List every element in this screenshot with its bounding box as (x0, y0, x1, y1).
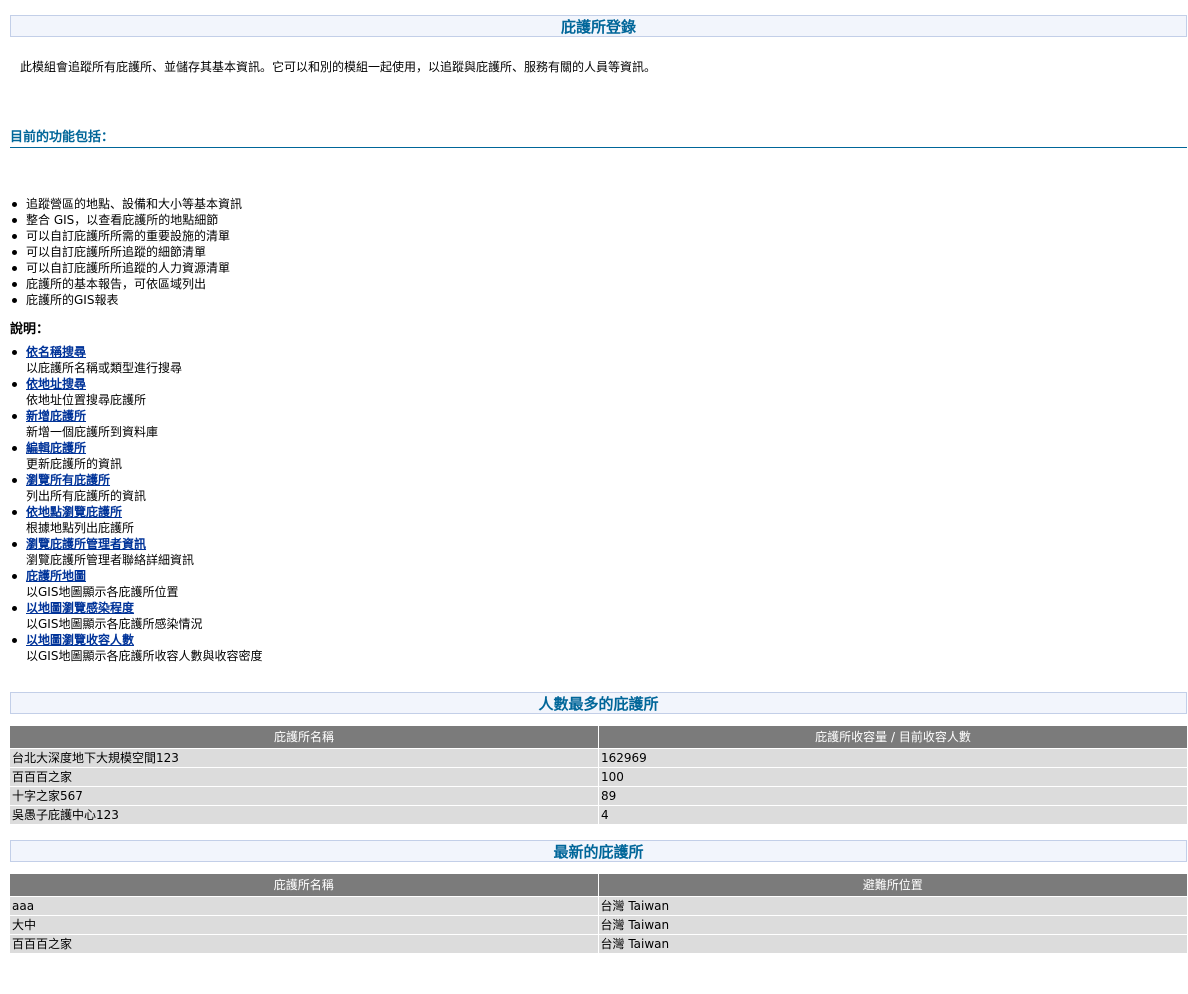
help-item-desc: 以GIS地圖顯示各庇護所感染情況 (26, 617, 203, 631)
page-content: 庇護所登錄 此模組會追蹤所有庇護所、並儲存其基本資訊。它可以和別的模組一起使用，… (10, 15, 1187, 953)
infection-map-link[interactable]: 以地圖瀏覽感染程度 (26, 600, 1187, 616)
column-header: 庇護所收容量 / 目前收容人數 (598, 726, 1187, 749)
help-item: 庇護所地圖 以GIS地圖顯示各庇護所位置 (10, 568, 1187, 600)
shelter-name-cell: aaa (10, 896, 599, 916)
column-header: 庇護所名稱 (10, 726, 599, 749)
shelter-name-cell: 台北大深度地下大規模空間123 (10, 748, 599, 768)
help-item: 新增庇護所 新增一個庇護所到資料庫 (10, 408, 1187, 440)
table-row: 台北大深度地下大規模空間123 162969 (10, 748, 1187, 768)
help-item-desc: 新增一個庇護所到資料庫 (26, 425, 159, 439)
help-item: 以地圖瀏覽收容人數 以GIS地圖顯示各庇護所收容人數與收容密度 (10, 632, 1187, 664)
help-item: 依名稱搜尋 以庇護所名稱或類型進行搜尋 (10, 344, 1187, 376)
list-item: 可以自訂庇護所所需的重要設施的清單 (10, 228, 1187, 244)
table-row: 十字之家567 89 (10, 786, 1187, 806)
browse-by-location-link[interactable]: 依地點瀏覽庇護所 (26, 504, 1187, 520)
table-header-row: 庇護所名稱 避難所位置 (10, 874, 1187, 897)
newest-title: 最新的庇護所 (10, 840, 1187, 862)
list-item: 追蹤營區的地點、設備和大小等基本資訊 (10, 196, 1187, 212)
help-item-desc: 以GIS地圖顯示各庇護所收容人數與收容密度 (26, 649, 263, 663)
most-populous-title: 人數最多的庇護所 (10, 692, 1187, 714)
features-heading: 目前的功能包括： (10, 130, 1187, 148)
help-item-desc: 以庇護所名稱或類型進行搜尋 (26, 361, 183, 375)
table-row: 大中 台灣 Taiwan (10, 915, 1187, 935)
help-item-desc: 以GIS地圖顯示各庇護所位置 (26, 585, 179, 599)
help-item: 依地址搜尋 依地址位置搜尋庇護所 (10, 376, 1187, 408)
capacity-cell: 100 (598, 767, 1187, 787)
list-item: 整合 GIS，以查看庇護所的地點細節 (10, 212, 1187, 228)
population-map-link[interactable]: 以地圖瀏覽收容人數 (26, 632, 1187, 648)
help-item-desc: 根據地點列出庇護所 (26, 521, 135, 535)
help-item: 瀏覽庇護所管理者資訊 瀏覽庇護所管理者聯絡詳細資訊 (10, 536, 1187, 568)
column-header: 避難所位置 (598, 874, 1187, 897)
capacity-cell: 89 (598, 786, 1187, 806)
list-item: 可以自訂庇護所所追蹤的人力資源清單 (10, 260, 1187, 276)
list-item: 庇護所的基本報告，可依區域列出 (10, 276, 1187, 292)
shelter-name-cell: 大中 (10, 915, 599, 935)
table-row: 百百百之家 100 (10, 767, 1187, 787)
most-populous-table: 庇護所名稱 庇護所收容量 / 目前收容人數 台北大深度地下大規模空間123 16… (10, 726, 1187, 824)
table-row: 百百百之家 台灣 Taiwan (10, 934, 1187, 953)
features-list: 追蹤營區的地點、設備和大小等基本資訊 整合 GIS，以查看庇護所的地點細節 可以… (10, 196, 1187, 308)
capacity-cell: 4 (598, 805, 1187, 824)
column-header: 庇護所名稱 (10, 874, 599, 897)
shelter-name-cell: 吳愚子庇護中心123 (10, 805, 599, 824)
help-item: 以地圖瀏覽感染程度 以GIS地圖顯示各庇護所感染情況 (10, 600, 1187, 632)
table-row: 吳愚子庇護中心123 4 (10, 805, 1187, 824)
location-cell: 台灣 Taiwan (598, 896, 1187, 916)
help-item-desc: 瀏覽庇護所管理者聯絡詳細資訊 (26, 553, 195, 567)
registry-intro: 此模組會追蹤所有庇護所、並儲存其基本資訊。它可以和別的模組一起使用，以追蹤與庇護… (20, 60, 657, 74)
table-header-row: 庇護所名稱 庇護所收容量 / 目前收容人數 (10, 726, 1187, 749)
location-cell: 台灣 Taiwan (598, 934, 1187, 953)
help-item-desc: 更新庇護所的資訊 (26, 457, 123, 471)
edit-shelter-link[interactable]: 編輯庇護所 (26, 440, 1187, 456)
newest-table: 庇護所名稱 避難所位置 aaa 台灣 Taiwan 大中 台灣 Taiwan 百… (10, 874, 1187, 953)
help-item: 依地點瀏覽庇護所 根據地點列出庇護所 (10, 504, 1187, 536)
shelter-name-cell: 十字之家567 (10, 786, 599, 806)
registry-title: 庇護所登錄 (10, 15, 1187, 37)
location-cell: 台灣 Taiwan (598, 915, 1187, 935)
list-item: 可以自訂庇護所所追蹤的細節清單 (10, 244, 1187, 260)
help-item-desc: 列出所有庇護所的資訊 (26, 489, 147, 503)
help-list: 依名稱搜尋 以庇護所名稱或類型進行搜尋 依地址搜尋 依地址位置搜尋庇護所 新增庇… (10, 344, 1187, 664)
shelter-name-cell: 百百百之家 (10, 934, 599, 953)
help-item: 瀏覽所有庇護所 列出所有庇護所的資訊 (10, 472, 1187, 504)
search-by-name-link[interactable]: 依名稱搜尋 (26, 344, 1187, 360)
help-item-desc: 依地址位置搜尋庇護所 (26, 393, 147, 407)
help-item: 編輯庇護所 更新庇護所的資訊 (10, 440, 1187, 472)
shelter-map-link[interactable]: 庇護所地圖 (26, 568, 1187, 584)
search-by-address-link[interactable]: 依地址搜尋 (26, 376, 1187, 392)
table-row: aaa 台灣 Taiwan (10, 896, 1187, 916)
help-heading: 說明： (10, 322, 50, 337)
shelter-name-cell: 百百百之家 (10, 767, 599, 787)
list-item: 庇護所的GIS報表 (10, 292, 1187, 308)
capacity-cell: 162969 (598, 748, 1187, 768)
browse-all-shelters-link[interactable]: 瀏覽所有庇護所 (26, 472, 1187, 488)
browse-managers-link[interactable]: 瀏覽庇護所管理者資訊 (26, 536, 1187, 552)
add-shelter-link[interactable]: 新增庇護所 (26, 408, 1187, 424)
